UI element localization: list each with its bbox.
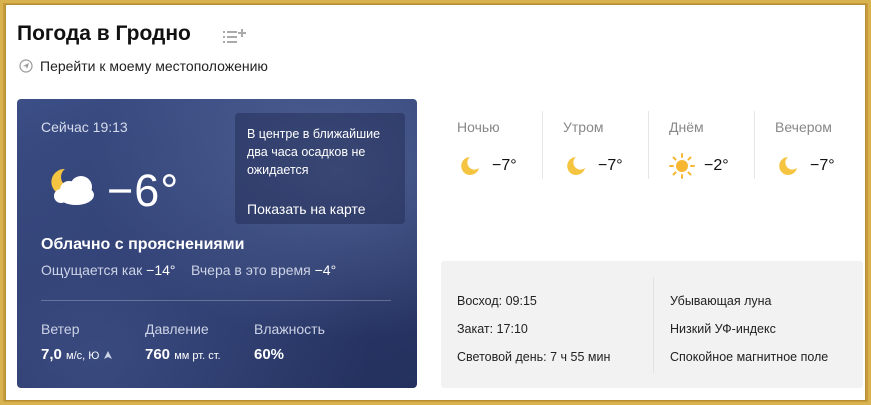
- feels-like-value: −14°: [146, 262, 176, 278]
- day-part-night[interactable]: Ночью −7°: [436, 105, 542, 185]
- add-to-list-icon[interactable]: [222, 27, 248, 45]
- day-parts: Ночью −7° Утром −7° Днём −2° Вечером −7°: [436, 105, 858, 185]
- moon-icon: [779, 157, 797, 175]
- wind-block: Ветер 7,0 м/с, Ю: [41, 321, 112, 363]
- feels-like-label: Ощущается как: [41, 262, 147, 278]
- humidity-value: 60%: [254, 346, 285, 363]
- divider: [41, 300, 391, 301]
- precipitation-panel: В центре в ближайшие два часа осадков не…: [235, 113, 405, 224]
- pressure-label: Давление: [145, 321, 209, 337]
- pressure-value: 760 мм рт. ст.: [145, 346, 221, 363]
- day-part-day[interactable]: Днём −2°: [648, 105, 754, 185]
- wind-value: 7,0 м/с, Ю: [41, 346, 112, 363]
- divider: [653, 277, 654, 373]
- humidity-label: Влажность: [254, 321, 325, 337]
- divider: [542, 111, 543, 179]
- day-part-evening[interactable]: Вечером −7°: [754, 105, 860, 185]
- pressure-unit: мм рт. ст.: [174, 350, 221, 362]
- divider: [754, 111, 755, 179]
- day-part-morning[interactable]: Утром −7°: [542, 105, 648, 185]
- locate-me-label: Перейти к моему местоположению: [40, 58, 268, 74]
- yesterday-temp: Вчера в это время −4°: [191, 262, 336, 278]
- day-part-name: Утром: [563, 119, 604, 135]
- feels-like: Ощущается как −14°: [41, 262, 176, 278]
- sunrise-time: Восход: 09:15: [457, 294, 537, 308]
- wind-unit: м/с, Ю: [66, 350, 100, 362]
- sunset-time: Закат: 17:10: [457, 322, 528, 336]
- humidity-block: Влажность 60%: [254, 321, 325, 363]
- day-part-name: Днём: [669, 119, 704, 135]
- moon-icon: [461, 157, 479, 175]
- day-part-temp: −7°: [492, 157, 517, 174]
- wind-speed: 7,0: [41, 346, 62, 363]
- wind-label: Ветер: [41, 321, 80, 337]
- location-arrow-icon: [19, 59, 33, 73]
- uv-index: Низкий УФ-индекс: [670, 322, 776, 336]
- current-time: Сейчас 19:13: [41, 119, 128, 135]
- yesterday-label: Вчера в это время: [191, 262, 315, 278]
- locate-me-link[interactable]: Перейти к моему местоположению: [19, 58, 268, 74]
- day-part-temp: −7°: [810, 157, 835, 174]
- pressure-number: 760: [145, 346, 171, 363]
- page-title: Погода в Гродно: [17, 22, 191, 45]
- day-part-temp: −2°: [704, 157, 729, 174]
- day-part-temp: −7°: [598, 157, 623, 174]
- current-temperature: −6°: [107, 165, 180, 216]
- astro-card: Восход: 09:15 Закат: 17:10 Световой день…: [441, 261, 863, 388]
- current-weather-card[interactable]: Сейчас 19:13 −6° В центре в ближайшие дв…: [17, 99, 417, 388]
- magnetic-field: Спокойное магнитное поле: [670, 350, 829, 364]
- day-part-name: Ночью: [457, 119, 500, 135]
- partly-cloudy-night-icon: [51, 168, 94, 205]
- daylight-length: Световой день: 7 ч 55 мин: [457, 350, 611, 364]
- divider: [648, 111, 649, 179]
- sun-icon: [669, 153, 695, 179]
- moon-icon: [567, 157, 585, 175]
- precipitation-text: В центре в ближайшие два часа осадков не…: [247, 127, 381, 177]
- wind-direction-icon: [103, 351, 112, 359]
- yesterday-value: −4°: [314, 262, 337, 278]
- show-map-link[interactable]: Показать на карте: [247, 201, 366, 217]
- pressure-block: Давление 760 мм рт. ст.: [145, 321, 221, 363]
- current-condition: Облачно с прояснениями: [41, 236, 245, 253]
- weather-widget: Погода в Гродно Перейти к моему местопол…: [5, 4, 866, 401]
- day-part-name: Вечером: [775, 119, 832, 135]
- moon-phase: Убывающая луна: [670, 294, 772, 308]
